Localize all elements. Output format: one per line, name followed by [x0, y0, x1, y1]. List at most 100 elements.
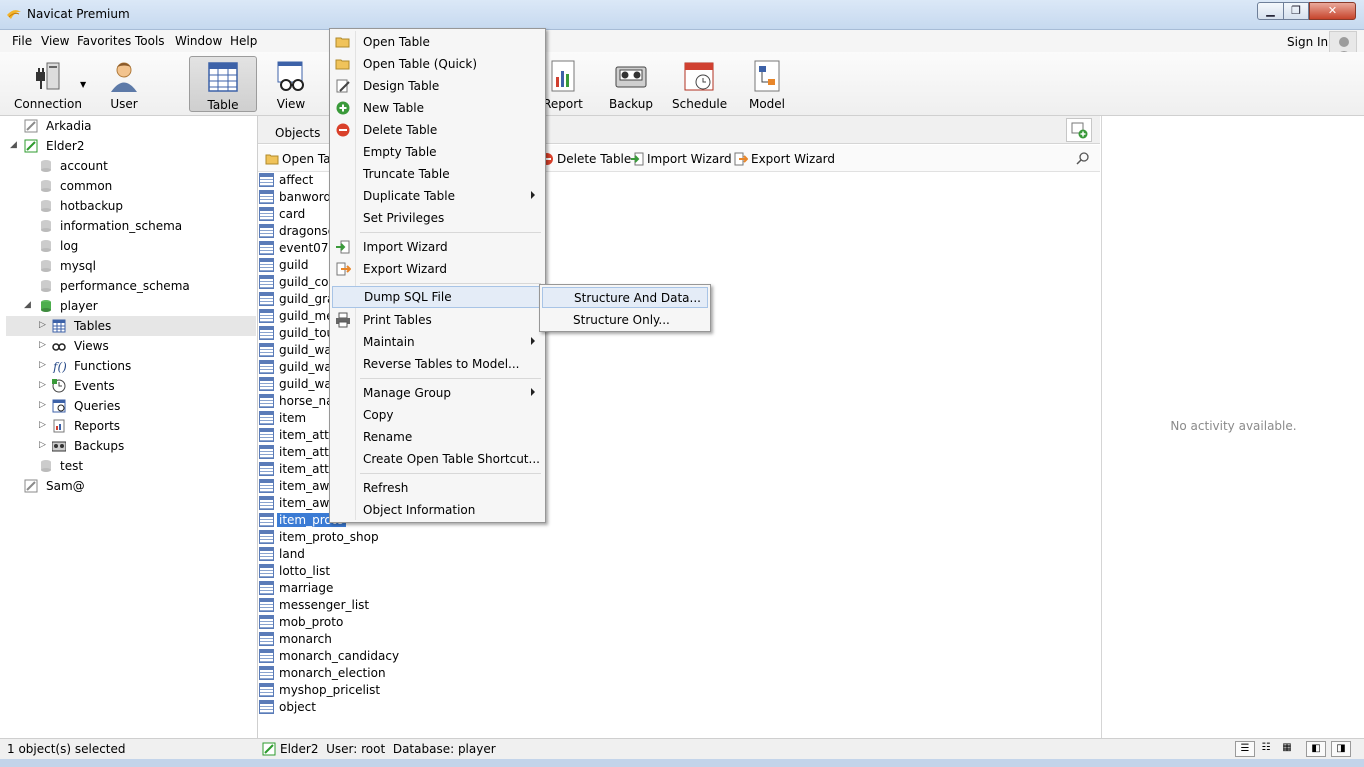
chevron-down-icon[interactable]: ▼ — [80, 80, 86, 89]
menu-delete-table[interactable]: Delete Table — [332, 119, 543, 141]
tree-item-views[interactable]: ▷ Views — [6, 336, 256, 356]
collapse-arrow-icon[interactable]: ◢ — [10, 140, 17, 150]
view-button[interactable]: View — [266, 56, 316, 112]
menu-manage-group[interactable]: Manage Group — [332, 382, 543, 404]
menu-duplicate-table[interactable]: Duplicate Table — [332, 185, 543, 207]
tree-item-mysql[interactable]: mysql — [6, 256, 256, 276]
tree-item-functions[interactable]: ▷ f() Functions — [6, 356, 256, 376]
export-wizard-button[interactable]: Export Wizard — [734, 152, 835, 166]
tree-item-queries[interactable]: ▷ Queries — [6, 396, 256, 416]
delete-table-button[interactable]: Delete Table — [540, 152, 631, 166]
tree-item-performance-schema[interactable]: performance_schema — [6, 276, 256, 296]
tree-item-player[interactable]: ◢ player — [6, 296, 256, 316]
new-object-button[interactable] — [1066, 118, 1092, 142]
toggle-right-panel-button[interactable]: ◨ — [1331, 741, 1351, 757]
delete-table-label: Delete Table — [557, 152, 632, 166]
user-button[interactable]: User — [100, 56, 148, 112]
menu-new-table[interactable]: New Table — [332, 97, 543, 119]
search-icon[interactable] — [1076, 151, 1090, 165]
database-icon — [41, 240, 51, 252]
menu-print-tables[interactable]: Print Tables — [332, 309, 543, 331]
sign-in-link[interactable]: Sign In — [1287, 35, 1328, 49]
menu-bar: File View Favorites Tools Window Help Si… — [0, 30, 1364, 52]
tree-item-hotbackup[interactable]: hotbackup — [6, 196, 256, 216]
menu-copy[interactable]: Copy — [332, 404, 543, 426]
menu-design-table[interactable]: Design Table — [332, 75, 543, 97]
connection-button[interactable]: Connection — [12, 56, 84, 112]
expand-arrow-icon[interactable]: ▷ — [39, 320, 46, 330]
menu-object-information[interactable]: Object Information — [332, 499, 543, 521]
model-button[interactable]: Model — [745, 56, 789, 112]
connection-tree[interactable]: Arkadia ◢ Elder2 account common hotbacku… — [6, 116, 258, 738]
menu-reverse-tables-to-model[interactable]: Reverse Tables to Model... — [332, 353, 543, 375]
tree-item-sam[interactable]: Sam@ — [6, 476, 256, 496]
menu-help[interactable]: Help — [230, 34, 257, 48]
tree-item-label: Views — [74, 339, 109, 353]
collapse-arrow-icon[interactable]: ◢ — [24, 300, 31, 310]
menu-window[interactable]: Window — [175, 34, 222, 48]
menu-item-label: Maintain — [363, 335, 415, 349]
status-bar: 1 object(s) selected Elder2 User: root D… — [0, 738, 1364, 759]
menu-maintain[interactable]: Maintain — [332, 331, 543, 353]
menu-create-open-table-shortcut[interactable]: Create Open Table Shortcut... — [332, 448, 543, 470]
tab-objects[interactable]: Objects — [266, 121, 322, 143]
menu-favorites[interactable]: Favorites — [77, 34, 131, 48]
tree-item-log[interactable]: log — [6, 236, 256, 256]
open-table-button[interactable]: Open Ta — [265, 152, 331, 166]
menu-separator — [360, 378, 541, 379]
backup-button[interactable]: Backup — [608, 56, 654, 112]
detail-view-button[interactable]: ☷ — [1256, 741, 1276, 757]
menu-rename[interactable]: Rename — [332, 426, 543, 448]
report-button[interactable]: Report — [540, 56, 586, 112]
expand-arrow-icon[interactable]: ▷ — [39, 400, 46, 410]
menu-refresh[interactable]: Refresh — [332, 477, 543, 499]
list-view-button[interactable]: ☰ — [1235, 741, 1255, 757]
menu-open-table[interactable]: Open Table — [332, 31, 543, 53]
menu-separator — [360, 473, 541, 474]
no-activity-text: No activity available. — [1170, 419, 1297, 433]
expand-arrow-icon[interactable]: ▷ — [39, 340, 46, 350]
table-button[interactable]: Table — [189, 56, 257, 112]
tree-item-arkadia[interactable]: Arkadia — [6, 116, 256, 136]
menu-export-wizard[interactable]: Export Wizard — [332, 258, 543, 280]
tree-item-reports[interactable]: ▷ Reports — [6, 416, 256, 436]
grid-view-button[interactable]: ▦ — [1277, 741, 1297, 757]
table-icon — [259, 258, 274, 272]
printer-icon — [336, 312, 350, 328]
expand-arrow-icon[interactable]: ▷ — [39, 360, 46, 370]
tree-item-tables[interactable]: ▷ Tables — [6, 316, 256, 336]
import-wizard-button[interactable]: Import Wizard — [630, 152, 732, 166]
table-icon — [259, 428, 274, 442]
minimize-button[interactable]: ▁ — [1257, 2, 1284, 20]
menu-truncate-table[interactable]: Truncate Table — [332, 163, 543, 185]
menu-item-label: Import Wizard — [363, 240, 448, 254]
menu-view[interactable]: View — [41, 34, 69, 48]
menu-empty-table[interactable]: Empty Table — [332, 141, 543, 163]
tree-item-events[interactable]: ▷ Events — [6, 376, 256, 396]
menu-structure-and-data[interactable]: Structure And Data... — [542, 287, 708, 308]
tree-item-common[interactable]: common — [6, 176, 256, 196]
tree-item-information-schema[interactable]: information_schema — [6, 216, 256, 236]
expand-arrow-icon[interactable]: ▷ — [39, 440, 46, 450]
table-name: messenger_list — [279, 598, 370, 612]
expand-arrow-icon[interactable]: ▷ — [39, 420, 46, 430]
maximize-button[interactable]: ❐ — [1283, 2, 1309, 20]
close-button[interactable]: ✕ — [1309, 2, 1356, 20]
menu-set-privileges[interactable]: Set Privileges — [332, 207, 543, 229]
menu-tools[interactable]: Tools — [135, 34, 165, 48]
menu-dump-sql-file[interactable]: Dump SQL File — [332, 286, 543, 308]
tree-item-elder2[interactable]: ◢ Elder2 — [6, 136, 256, 156]
tree-item-account[interactable]: account — [6, 156, 256, 176]
context-menu: Open Table Open Table (Quick) Design Tab… — [329, 28, 546, 523]
table-name: monarch — [279, 632, 332, 646]
menu-open-table-quick[interactable]: Open Table (Quick) — [332, 53, 543, 75]
tree-item-backups[interactable]: ▷ Backups — [6, 436, 256, 456]
tree-item-test[interactable]: test — [6, 456, 256, 476]
menu-file[interactable]: File — [12, 34, 32, 48]
toggle-left-panel-button[interactable]: ◧ — [1306, 741, 1326, 757]
menu-import-wizard[interactable]: Import Wizard — [332, 236, 543, 258]
add-icon — [336, 101, 350, 115]
menu-structure-only[interactable]: Structure Only... — [542, 309, 708, 330]
schedule-button[interactable]: Schedule — [672, 56, 727, 112]
expand-arrow-icon[interactable]: ▷ — [39, 380, 46, 390]
